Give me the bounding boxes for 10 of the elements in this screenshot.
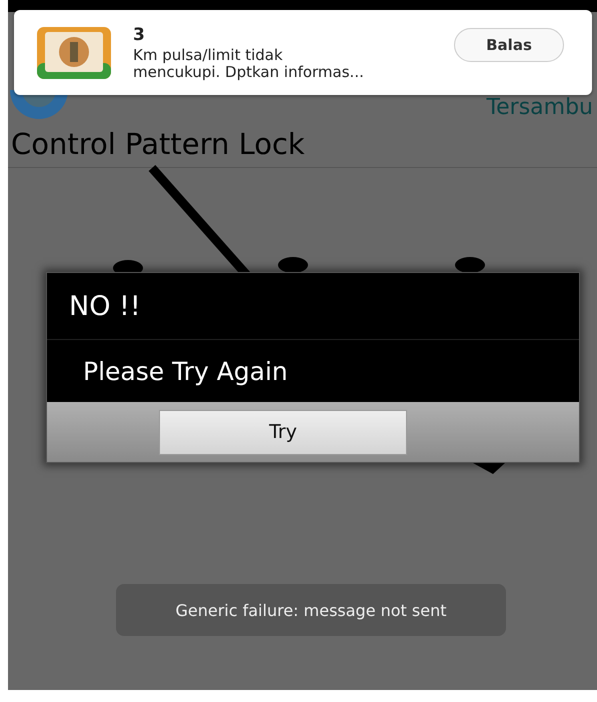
toast-message: Generic failure: message not sent — [175, 600, 447, 620]
dialog-title: NO !! — [69, 290, 141, 322]
app-icon — [37, 26, 111, 78]
dialog-message: Please Try Again — [83, 356, 288, 386]
notification-message: Km pulsa/limit tidak mencukupi. Dptkan informas... — [133, 46, 365, 80]
notification-sender: 3 — [133, 24, 146, 44]
try-button[interactable]: Try — [159, 410, 407, 454]
screen-title: Control Pattern Lock — [8, 120, 597, 168]
reply-button[interactable]: Balas — [454, 28, 564, 62]
header-text: Tersambu — [486, 97, 593, 119]
